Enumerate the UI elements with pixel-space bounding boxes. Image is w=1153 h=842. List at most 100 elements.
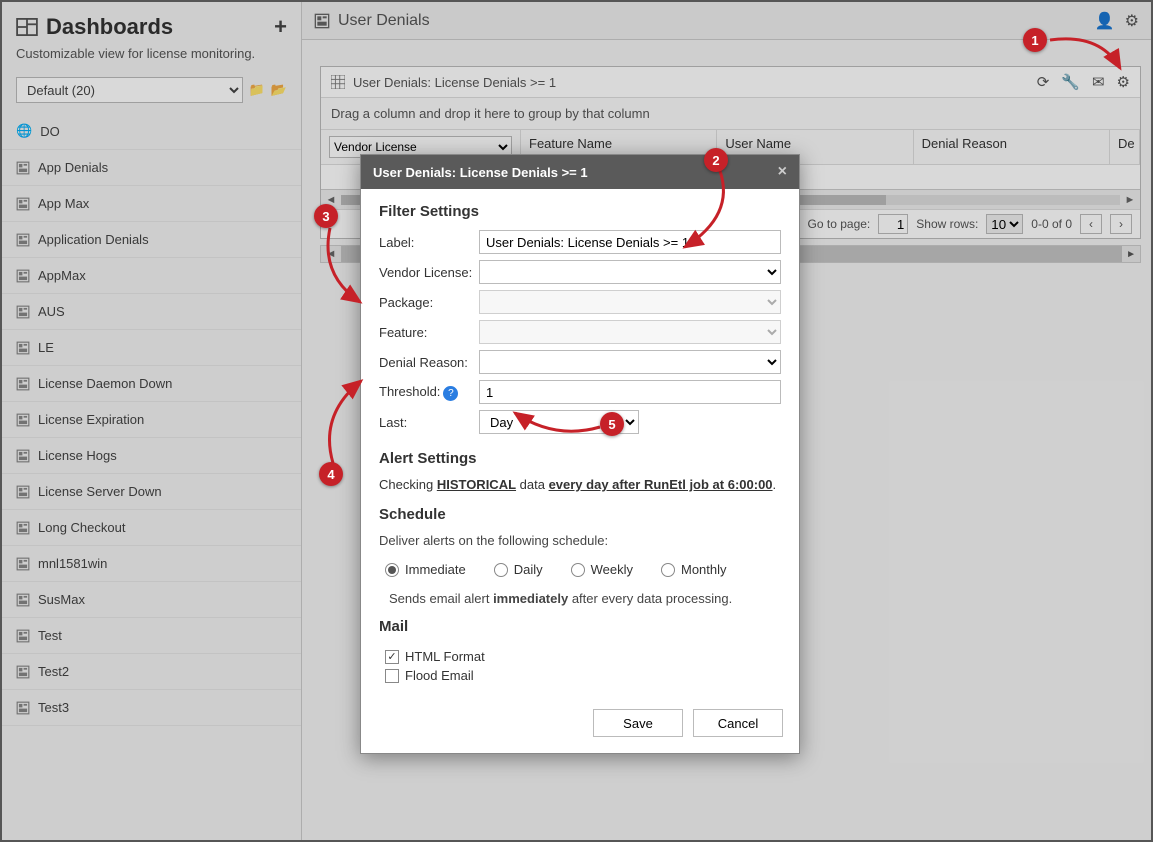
sidebar-item[interactable]: SusMax	[2, 582, 301, 618]
sidebar-item-label: App Denials	[38, 160, 108, 175]
feature-select	[479, 320, 781, 344]
folder-open-icon[interactable]: 📂	[271, 82, 287, 98]
modal-close-button[interactable]: ×	[778, 163, 787, 181]
dash-item-icon	[16, 413, 30, 427]
flood-email-checkbox[interactable]: Flood Email	[385, 668, 781, 683]
outer-scroll-left[interactable]: ◄	[321, 248, 341, 260]
callout-1: 1	[1023, 28, 1047, 52]
sidebar-item[interactable]: mnl1581win	[2, 546, 301, 582]
sidebar-list: 🌐 DO App Denials App Max Application Denials…	[2, 113, 301, 840]
wrench-icon[interactable]: 🔧	[1061, 73, 1080, 91]
label-label: Label:	[379, 235, 479, 250]
outer-scroll-right[interactable]: ►	[1122, 249, 1140, 260]
dash-item-icon	[16, 305, 30, 319]
show-rows-select[interactable]: 10	[986, 214, 1023, 234]
vendor-label: Vendor License:	[379, 265, 479, 280]
dashboard-page-icon	[314, 13, 330, 29]
column-header[interactable]: De	[1110, 130, 1140, 164]
sidebar-item[interactable]: Test2	[2, 654, 301, 690]
dash-item-icon	[16, 449, 30, 463]
schedule-radio-daily[interactable]: Daily	[494, 562, 543, 577]
page-range: 0-0 of 0	[1031, 217, 1072, 231]
sidebar-item[interactable]: License Server Down	[2, 474, 301, 510]
dash-item-icon	[16, 665, 30, 679]
folder-icon[interactable]: 📁	[249, 82, 265, 98]
column-header[interactable]: Denial Reason	[914, 130, 1110, 164]
sidebar-item[interactable]: License Hogs	[2, 438, 301, 474]
add-dashboard-button[interactable]: +	[274, 14, 287, 40]
sidebar-item-label: Test2	[38, 664, 69, 679]
sidebar-item-label: App Max	[38, 196, 89, 211]
schedule-heading: Schedule	[379, 506, 781, 523]
package-label: Package:	[379, 295, 479, 310]
sidebar-item-label: Test	[38, 628, 62, 643]
next-page-button[interactable]: ›	[1110, 214, 1132, 234]
sidebar-item[interactable]: License Expiration	[2, 402, 301, 438]
cancel-button[interactable]: Cancel	[693, 709, 783, 737]
dash-item-icon	[16, 521, 30, 535]
schedule-radio-monthly[interactable]: Monthly	[661, 562, 727, 577]
callout-3: 3	[314, 204, 338, 228]
dash-item-icon	[16, 197, 30, 211]
dashboard-group-select[interactable]: Default (20)	[16, 77, 243, 103]
dash-item-icon	[16, 161, 30, 175]
globe-icon: 🌐	[16, 123, 32, 139]
sidebar-item-label: Test3	[38, 700, 69, 715]
alert-settings-text: Checking HISTORICAL data every day after…	[379, 477, 781, 492]
sidebar-item[interactable]: Test	[2, 618, 301, 654]
refresh-icon[interactable]: ⟳	[1037, 73, 1050, 91]
sidebar-item-label: DO	[40, 124, 60, 139]
panel-gear-icon[interactable]: ⚙	[1117, 73, 1130, 91]
sidebar-item-label: License Daemon Down	[38, 376, 172, 391]
sidebar-item[interactable]: Application Denials	[2, 222, 301, 258]
schedule-text: Deliver alerts on the following schedule…	[379, 533, 781, 548]
sidebar-item[interactable]: License Daemon Down	[2, 366, 301, 402]
group-by-drop-hint[interactable]: Drag a column and drop it here to group …	[321, 98, 1140, 130]
prev-page-button[interactable]: ‹	[1080, 214, 1102, 234]
schedule-note: Sends email alert immediately after ever…	[379, 587, 781, 618]
goto-page-input[interactable]	[878, 214, 908, 234]
sidebar-item-label: LE	[38, 340, 54, 355]
dash-item-icon	[16, 377, 30, 391]
package-select	[479, 290, 781, 314]
dash-item-icon	[16, 701, 30, 715]
schedule-radio-immediate[interactable]: Immediate	[385, 562, 466, 577]
sidebar-item-label: AUS	[38, 304, 65, 319]
sidebar-item[interactable]: Long Checkout	[2, 510, 301, 546]
sidebar-item-label: License Server Down	[38, 484, 162, 499]
threshold-input[interactable]	[479, 380, 781, 404]
dash-item-icon	[16, 485, 30, 499]
save-button[interactable]: Save	[593, 709, 683, 737]
sidebar-item-label: mnl1581win	[38, 556, 107, 571]
dash-item-icon	[16, 233, 30, 247]
dash-item-icon	[16, 269, 30, 283]
threshold-help-icon[interactable]: ?	[443, 386, 458, 401]
sidebar-item-label: SusMax	[38, 592, 85, 607]
sidebar-item[interactable]: AppMax	[2, 258, 301, 294]
show-rows-label: Show rows:	[916, 217, 978, 231]
schedule-radio-weekly[interactable]: Weekly	[571, 562, 633, 577]
denial-reason-select[interactable]	[479, 350, 781, 374]
sidebar-item[interactable]: App Max	[2, 186, 301, 222]
user-icon[interactable]: 👤	[1095, 11, 1115, 31]
sidebar-item[interactable]: AUS	[2, 294, 301, 330]
sidebar-item[interactable]: 🌐 DO	[2, 113, 301, 150]
page-title: User Denials	[338, 12, 430, 30]
mail-icon[interactable]: ✉	[1092, 73, 1105, 91]
sidebar-item[interactable]: LE	[2, 330, 301, 366]
settings-icon[interactable]: ⚙	[1125, 11, 1139, 31]
label-input[interactable]	[479, 230, 781, 254]
dash-item-icon	[16, 341, 30, 355]
callout-4: 4	[319, 462, 343, 486]
schedule-radio-group: Immediate Daily Weekly Monthly	[379, 560, 781, 587]
html-format-checkbox[interactable]: ✓HTML Format	[385, 649, 781, 664]
dash-item-icon	[16, 557, 30, 571]
sidebar-item[interactable]: App Denials	[2, 150, 301, 186]
goto-page-label: Go to page:	[808, 217, 871, 231]
sidebar-item[interactable]: Test3	[2, 690, 301, 726]
vendor-license-select[interactable]	[479, 260, 781, 284]
filter-settings-heading: Filter Settings	[379, 203, 781, 220]
scroll-right-button[interactable]: ►	[1120, 194, 1140, 206]
filter-settings-modal: User Denials: License Denials >= 1 × Fil…	[360, 154, 800, 754]
threshold-label: Threshold:?	[379, 384, 479, 401]
